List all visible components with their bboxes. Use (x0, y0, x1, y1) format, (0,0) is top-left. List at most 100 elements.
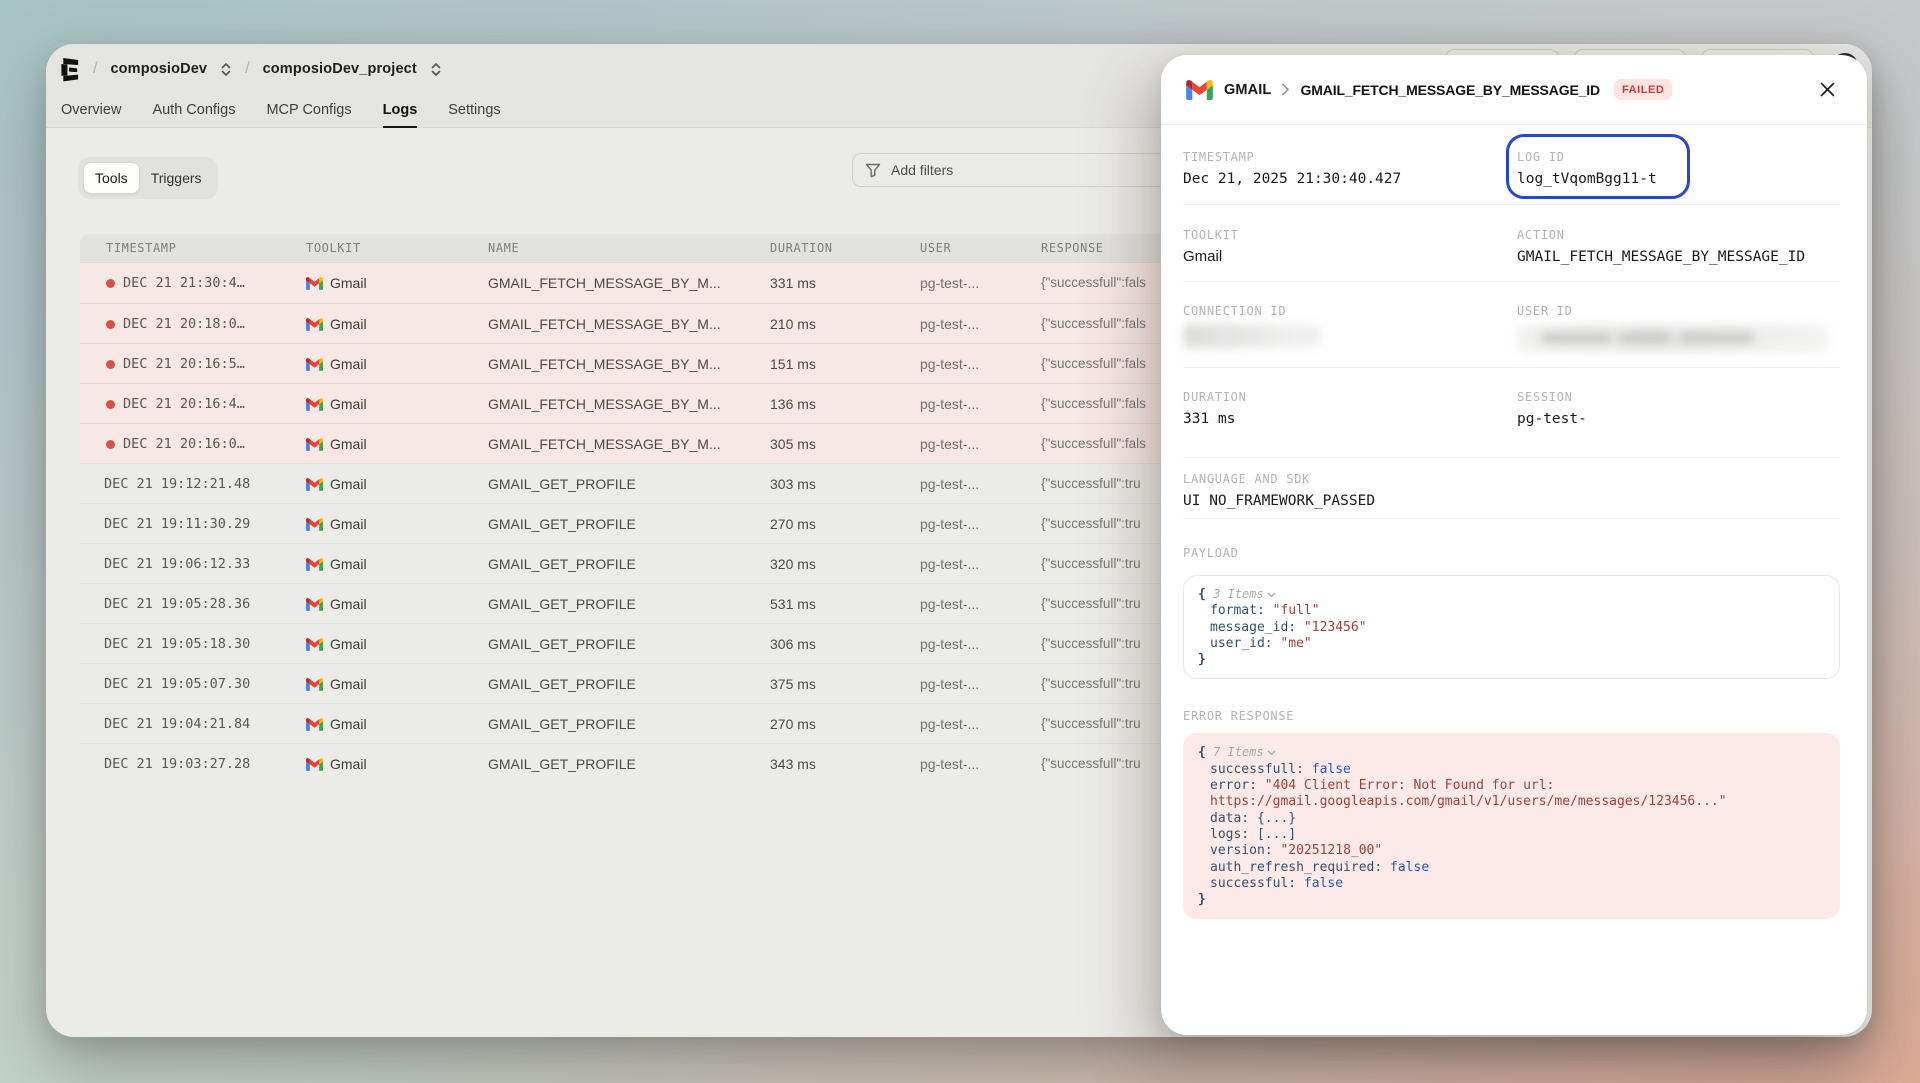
cell-name: GMAIL_FETCH_MESSAGE_BY_M... (488, 424, 721, 464)
cell-user: pg-test-... (920, 664, 979, 704)
cell-name: GMAIL_GET_PROFILE (488, 464, 636, 504)
cell-toolkit: Gmail (330, 664, 367, 704)
cell-response: {"successfull":fals (1041, 344, 1146, 384)
composio-logo-icon (59, 57, 80, 82)
json-value: "full" (1273, 603, 1320, 618)
cell-timestamp: DEC 21 19:05:28.36 (104, 584, 250, 624)
project-switcher-button[interactable] (430, 62, 442, 77)
cell-timestamp: DEC 21 20:16:0… (123, 424, 245, 464)
tab-logs[interactable]: Logs (383, 94, 418, 128)
close-panel-button[interactable] (1813, 76, 1841, 104)
cell-response: {"successfull":tru (1041, 704, 1141, 744)
cell-duration: 531 ms (770, 584, 816, 624)
project-name[interactable]: composioDev_project (263, 61, 417, 77)
field-session: SESSION pg-test- (1517, 390, 1840, 457)
cell-user: pg-test-... (920, 384, 979, 424)
cell-toolkit: Gmail (330, 704, 367, 744)
cell-user: pg-test-... (920, 744, 979, 784)
cell-toolkit: Gmail (330, 304, 367, 344)
cell-timestamp: DEC 21 19:05:18.30 (104, 624, 250, 664)
chevron-updown-icon (430, 62, 442, 77)
cell-response: {"successfull":fals (1041, 424, 1146, 464)
breadcrumb-separator: / (93, 60, 97, 78)
json-items-count[interactable]: 3 Items (1213, 587, 1264, 601)
org-name[interactable]: composioDev (110, 61, 207, 77)
cell-name: GMAIL_FETCH_MESSAGE_BY_M... (488, 384, 721, 424)
breadcrumb-separator: / (245, 60, 249, 78)
tab-auth-configs[interactable]: Auth Configs (152, 94, 235, 128)
cell-response: {"successfull":fals (1041, 263, 1146, 303)
cell-user: pg-test-... (920, 624, 979, 664)
cell-user: pg-test-... (920, 464, 979, 504)
json-items-count[interactable]: 7 Items (1213, 745, 1264, 759)
gmail-icon (306, 718, 323, 731)
field-value: Gmail (1183, 248, 1517, 266)
cell-duration: 331 ms (770, 263, 816, 303)
tab-settings[interactable]: Settings (448, 94, 500, 128)
json-value: [...] (1257, 827, 1296, 842)
cell-duration: 136 ms (770, 384, 816, 424)
cell-timestamp: DEC 21 20:16:5… (123, 344, 245, 384)
field-value: log_tVqomBgg11-t (1517, 170, 1840, 188)
column-header-response: RESPONSE (1041, 234, 1104, 263)
column-header-user: USER (920, 234, 951, 263)
cell-timestamp: DEC 21 19:04:21.84 (104, 704, 250, 744)
field-language-sdk: LANGUAGE AND SDK UI NO_FRAMEWORK_PASSED (1183, 472, 1840, 518)
filter-funnel-icon (865, 163, 881, 178)
segment-tools[interactable]: Tools (83, 162, 140, 194)
payload-json-viewer[interactable]: { 3 Items format: "full" message_id: "12… (1183, 575, 1840, 679)
chevron-right-icon (1281, 83, 1290, 96)
cell-response: {"successfull":fals (1041, 384, 1146, 424)
cell-timestamp: DEC 21 19:03:27.28 (104, 744, 250, 784)
gmail-icon (306, 318, 323, 331)
cell-name: GMAIL_FETCH_MESSAGE_BY_M... (488, 344, 721, 384)
field-label: TIMESTAMP (1183, 150, 1517, 164)
column-header-duration: DURATION (770, 234, 833, 263)
cell-response: {"successfull":tru (1041, 744, 1141, 784)
cell-user: pg-test-... (920, 263, 979, 303)
cell-duration: 151 ms (770, 344, 816, 384)
failed-status-dot (106, 440, 115, 449)
cell-duration: 306 ms (770, 624, 816, 664)
field-label: LOG ID (1517, 150, 1840, 164)
failed-status-dot (106, 320, 115, 329)
tab-mcp-configs[interactable]: MCP Configs (266, 94, 351, 128)
cell-duration: 375 ms (770, 664, 816, 704)
json-key: auth_refresh_required: (1210, 860, 1390, 875)
gmail-icon (306, 638, 323, 651)
cell-user: pg-test-... (920, 704, 979, 744)
log-detail-header: GMAIL GMAIL_FETCH_MESSAGE_BY_MESSAGE_ID … (1161, 55, 1867, 125)
field-label: TOOLKIT (1183, 228, 1517, 242)
cell-toolkit: Gmail (330, 263, 367, 303)
cell-duration: 270 ms (770, 504, 816, 544)
field-row: DURATION 331 ms SESSION pg-test- (1183, 368, 1840, 458)
tab-overview[interactable]: Overview (61, 94, 121, 128)
field-toolkit: TOOLKIT Gmail (1183, 228, 1517, 281)
cell-name: GMAIL_GET_PROFILE (488, 584, 636, 624)
cell-toolkit: Gmail (330, 744, 367, 784)
json-key: data: (1210, 811, 1257, 826)
cell-name: GMAIL_FETCH_MESSAGE_BY_M... (488, 263, 721, 303)
cell-timestamp: DEC 21 20:16:4… (123, 384, 245, 424)
org-switcher-button[interactable] (220, 62, 232, 77)
field-user-id: USER ID (1517, 304, 1840, 367)
chevron-updown-icon (220, 62, 232, 77)
redacted-value (1183, 324, 1321, 348)
field-row: CONNECTION ID USER ID (1183, 282, 1840, 368)
cell-name: GMAIL_GET_PROFILE (488, 544, 636, 584)
cell-toolkit: Gmail (330, 544, 367, 584)
status-badge: FAILED (1614, 79, 1672, 100)
segment-triggers[interactable]: Triggers (140, 162, 213, 194)
chevron-down-icon (1267, 750, 1276, 756)
gmail-icon (306, 518, 323, 531)
json-value: https://gmail.googleapis.com/gmail/v1/us… (1210, 794, 1727, 809)
cell-name: GMAIL_GET_PROFILE (488, 624, 636, 664)
tab-bar: Overview Auth Configs MCP Configs Logs S… (61, 94, 501, 127)
cell-duration: 210 ms (770, 304, 816, 344)
json-value: false (1390, 860, 1429, 875)
json-value: "me" (1280, 636, 1311, 651)
cell-toolkit: Gmail (330, 424, 367, 464)
gmail-icon (306, 678, 323, 691)
cell-timestamp: DEC 21 19:06:12.33 (104, 544, 250, 584)
error-json-viewer[interactable]: { 7 Items successfull: false error: "404… (1183, 733, 1840, 919)
